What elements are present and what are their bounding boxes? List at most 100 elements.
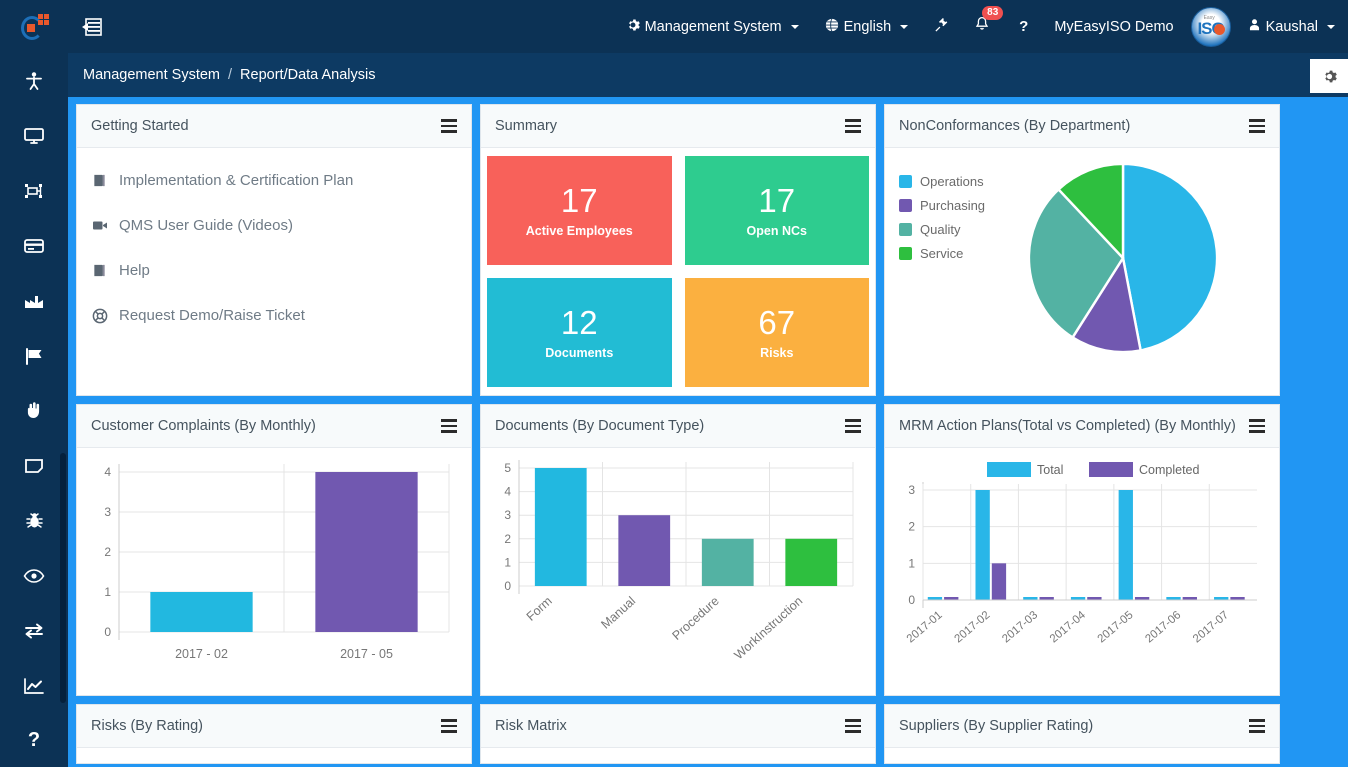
chevron-down-icon	[790, 24, 799, 29]
panel-header: MRM Action Plans(Total vs Completed) (By…	[885, 405, 1279, 448]
stat-tile-documents[interactable]: 12 Documents	[487, 278, 672, 387]
notifications-button[interactable]: 83	[962, 0, 1006, 53]
panel-body: 0 1 2 3 4 2017 - 02 2017 - 05	[77, 448, 471, 695]
x-axis-tick: 2017-03	[1000, 609, 1040, 645]
legend-swatch	[899, 223, 912, 236]
list-item[interactable]: Request Demo/Raise Ticket	[91, 293, 457, 338]
bar-completed-1	[991, 563, 1007, 600]
panel-body	[77, 748, 471, 763]
y-axis-tick: 0	[104, 625, 111, 639]
stat-tile-risks[interactable]: 67 Risks	[684, 278, 869, 387]
stat-tile-active-employees[interactable]: 17 Active Employees	[487, 156, 672, 265]
panel-menu-icon[interactable]	[845, 719, 861, 733]
help-button[interactable]: ?	[1006, 0, 1041, 53]
panel-title: Risks (By Rating)	[91, 718, 203, 734]
sidebar-scrollbar[interactable]	[60, 453, 66, 703]
breadcrumb-root[interactable]: Management System	[83, 67, 220, 83]
y-axis-tick: 3	[104, 505, 111, 519]
pie-legend: Operations Purchasing Quality Service	[899, 158, 1017, 270]
x-axis-tick: 2017-01	[905, 609, 945, 645]
sidebar-item-help[interactable]: ?	[0, 713, 68, 767]
panel-body: Total Completed 0 1 2 3 2017-01 2017-02 2017-03 2…	[885, 448, 1279, 695]
sidebar-item-bug[interactable]	[0, 493, 68, 548]
documents-chart[interactable]: 0 1 2 3 4 5 Form Manual Procedure WorkInstruction	[495, 458, 865, 693]
stat-value: 67	[758, 304, 796, 342]
panel-suppliers: Suppliers (By Supplier Rating)	[884, 704, 1280, 764]
panel-header: Getting Started	[77, 105, 471, 148]
sidebar-item-note[interactable]	[0, 438, 68, 493]
panel-menu-icon[interactable]	[441, 719, 457, 733]
question-icon: ?	[27, 729, 41, 751]
panel-body: Operations Purchasing Quality Service	[885, 148, 1279, 395]
y-axis-tick: 2	[908, 520, 915, 534]
legend-label: Quality	[920, 222, 961, 237]
sidebar-item-user[interactable]	[0, 53, 68, 108]
panel-menu-icon[interactable]	[1249, 419, 1265, 433]
customer-complaints-chart[interactable]: 0 1 2 3 4 2017 - 02 2017 - 05	[91, 458, 461, 693]
app-logo[interactable]	[0, 0, 68, 53]
pie-chart[interactable]	[1025, 160, 1221, 356]
legend-item[interactable]: Purchasing	[899, 198, 1017, 213]
mrm-chart[interactable]: Total Completed01232017-01 2017-02 2017-03 2…	[899, 458, 1269, 693]
panel-body	[481, 748, 875, 763]
legend-label: Total	[1037, 463, 1063, 477]
notification-badge: 83	[982, 6, 1004, 20]
pie-slice-operations	[1121, 162, 1219, 352]
panel-nonconformances: NonConformances (By Department) Operatio…	[884, 104, 1280, 396]
breadcrumb-current: Report/Data Analysis	[240, 67, 376, 83]
sidebar-toggle-icon[interactable]	[68, 0, 116, 53]
list-item-label: Request Demo/Raise Ticket	[119, 307, 305, 324]
list-item[interactable]: Help	[91, 248, 457, 293]
panel-getting-started: Getting Started Implementation & Certifi…	[76, 104, 472, 396]
sidebar-item-dashboard[interactable]	[0, 108, 68, 163]
legend-item[interactable]: Operations	[899, 174, 1017, 189]
panel-menu-icon[interactable]	[845, 119, 861, 133]
top-navbar: Management System English 83 ? MyEasyISO…	[0, 0, 1348, 53]
list-item[interactable]: Implementation & Certification Plan	[91, 158, 457, 203]
legend-swatch	[1089, 462, 1133, 477]
bar-0	[534, 468, 587, 586]
dashboard-row-2: Customer Complaints (By Monthly) 0 1 2 3 4 20…	[76, 404, 1340, 696]
language-label: English	[843, 18, 892, 35]
panel-body: 17 Active Employees 17 Open NCs 12 Docum…	[481, 148, 875, 395]
panel-menu-icon[interactable]	[845, 419, 861, 433]
panel-summary: Summary 17 Active Employees 17 Open NCs …	[480, 104, 876, 396]
pin-button[interactable]	[921, 0, 962, 53]
user-menu[interactable]: Kaushal	[1235, 0, 1348, 53]
panel-menu-icon[interactable]	[441, 419, 457, 433]
sidebar-item-flag[interactable]	[0, 328, 68, 383]
iso-badge-dot	[1213, 23, 1225, 35]
legend-item[interactable]: Service	[899, 246, 1017, 261]
page-settings-button[interactable]	[1310, 59, 1348, 93]
sidebar-item-card[interactable]	[0, 218, 68, 273]
sidebar-item-transfer[interactable]	[0, 603, 68, 658]
sidebar-item-eye[interactable]	[0, 548, 68, 603]
organization-label-wrap: MyEasyISO Demo	[1041, 0, 1186, 53]
gear-icon	[626, 18, 640, 36]
dashboard-content: Getting Started Implementation & Certifi…	[68, 97, 1348, 767]
panel-menu-icon[interactable]	[441, 119, 457, 133]
bar-0	[150, 592, 253, 632]
sidebar-item-analytics[interactable]	[0, 658, 68, 713]
panel-menu-icon[interactable]	[1249, 119, 1265, 133]
legend-swatch	[899, 199, 912, 212]
panel-body	[885, 748, 1279, 763]
list-item[interactable]: QMS User Guide (Videos)	[91, 203, 457, 248]
panel-menu-icon[interactable]	[1249, 719, 1265, 733]
management-system-menu[interactable]: Management System	[613, 0, 812, 53]
legend-item[interactable]: Quality	[899, 222, 1017, 237]
legend-label: Operations	[920, 174, 984, 189]
bar-1	[618, 515, 671, 586]
stat-tile-open-ncs[interactable]: 17 Open NCs	[684, 156, 869, 265]
dashboard-row-3: Risks (By Rating) Risk Matrix Suppliers …	[76, 704, 1340, 764]
summary-tiles: 17 Active Employees 17 Open NCs 12 Docum…	[487, 154, 869, 389]
panel-header: Summary	[481, 105, 875, 148]
book-icon	[91, 173, 108, 188]
sidebar-item-factory[interactable]	[0, 273, 68, 328]
sidebar-item-process[interactable]	[0, 163, 68, 218]
sidebar-item-hand[interactable]	[0, 383, 68, 438]
panel-header: Suppliers (By Supplier Rating)	[885, 705, 1279, 748]
language-menu[interactable]: English	[812, 0, 922, 53]
panel-title: Customer Complaints (By Monthly)	[91, 418, 316, 434]
y-axis-tick: 3	[908, 483, 915, 497]
